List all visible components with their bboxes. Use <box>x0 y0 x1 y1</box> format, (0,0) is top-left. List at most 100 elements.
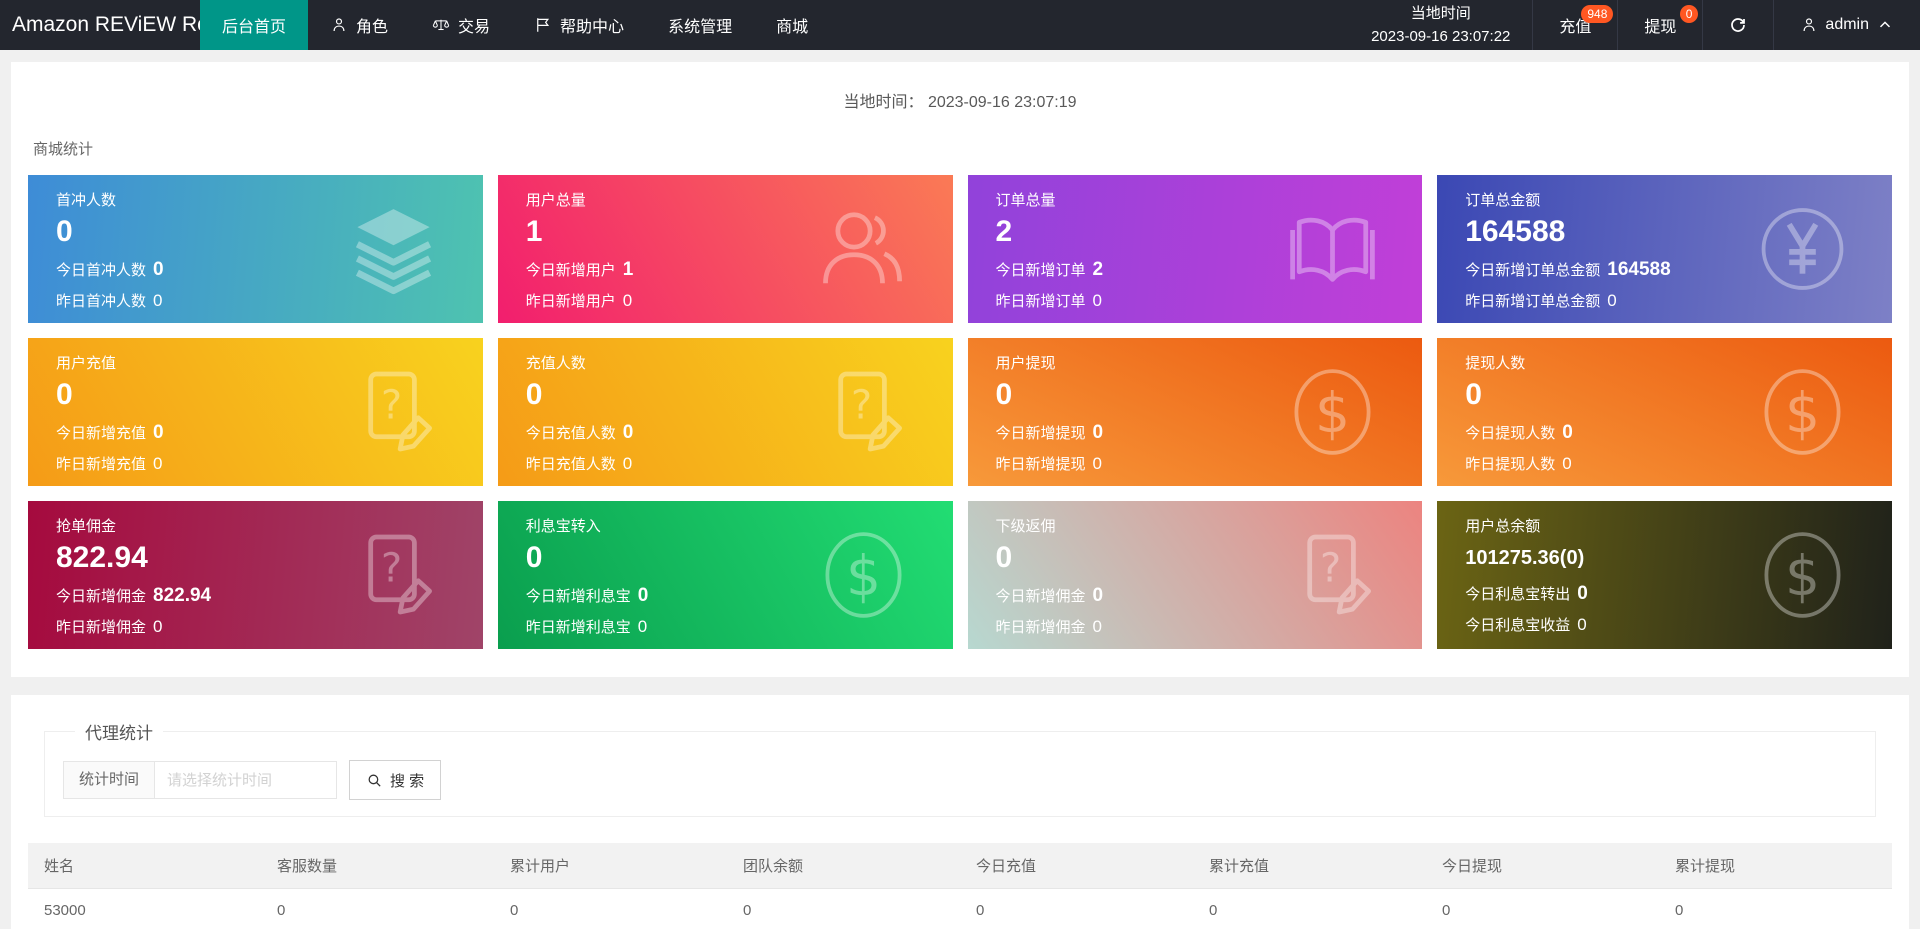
card-today-value: 0 <box>153 258 164 280</box>
refresh-button[interactable] <box>1702 0 1773 50</box>
column-header: 累计充值 <box>1193 843 1426 889</box>
recharge-nav-item[interactable]: 充值 948 <box>1532 0 1617 50</box>
card-yesterday-value: 0 <box>622 290 633 310</box>
card-yesterday-value: 0 <box>637 616 648 636</box>
card-yesterday-label: 昨日新增充值 <box>56 455 147 473</box>
column-header: 累计提现 <box>1659 843 1892 889</box>
card-today-value: 2 <box>1092 258 1104 280</box>
card-today-label: 今日新增佣金 <box>56 587 147 605</box>
local-time-display: 当地时间 2023-09-16 23:07:22 <box>1349 0 1532 50</box>
stat-card-withdraw-users: 提现人数 0 今日提现人数 0 昨日提现人数 0 $ <box>1437 338 1892 486</box>
card-today-label: 今日新增订单 <box>995 261 1086 279</box>
book-icon <box>1285 202 1380 297</box>
doc-question-icon: ? <box>346 365 441 460</box>
card-yesterday-value: 0 <box>1607 290 1617 310</box>
card-yesterday-value: 0 <box>1092 453 1102 473</box>
doc-question-icon: ? <box>346 528 441 623</box>
nav-item-label: 帮助中心 <box>560 19 625 36</box>
flag-icon <box>534 16 552 34</box>
time-filter-input[interactable] <box>155 761 338 799</box>
card-yesterday-label: 昨日新增订单总金额 <box>1465 292 1601 310</box>
nav-item-trade[interactable]: 交易 <box>410 0 512 50</box>
search-icon <box>366 772 383 789</box>
users-icon <box>816 202 911 297</box>
dollar-circle-icon: $ <box>1755 528 1850 623</box>
nav-item-role[interactable]: 角色 <box>308 0 410 50</box>
card-today-label: 今日新增充值 <box>56 424 147 442</box>
card-today-value: 1 <box>622 258 634 280</box>
card-today-label: 今日充值人数 <box>525 424 616 442</box>
value-cell: 0 <box>960 888 1193 929</box>
recharge-badge: 948 <box>1581 5 1614 23</box>
svg-text:?: ? <box>1320 546 1341 592</box>
card-today-label: 今日新增利息宝 <box>525 587 631 605</box>
stat-card-total-orders: 订单总量 2 今日新增订单 2 昨日新增订单 0 <box>967 175 1423 323</box>
stat-card-total-user-balance: 用户总余额 101275.36(0) 今日利息宝转出 0 今日利息宝收益 0 $ <box>1437 501 1892 649</box>
card-yesterday-label: 昨日新增利息宝 <box>525 618 631 636</box>
nav-item-label: 商城 <box>776 19 809 36</box>
agent-stats-fieldset: 代理统计 统计时间 搜 索 <box>44 719 1876 817</box>
top-navbar: Amazon REViEW RoB... 后台首页角色交易帮助中心系统管理商城 … <box>0 0 1920 50</box>
yen-circle-icon <box>1755 202 1850 297</box>
card-yesterday-label: 昨日充值人数 <box>525 455 616 473</box>
fieldset-legend: 代理统计 <box>85 724 153 743</box>
card-yesterday-value: 0 <box>153 616 163 636</box>
withdraw-badge: 0 <box>1679 5 1699 23</box>
agent-name-cell: 53000 <box>28 888 261 929</box>
column-header: 客服数量 <box>261 843 494 889</box>
layers-icon <box>346 202 441 297</box>
card-today-label: 今日提现人数 <box>1465 424 1556 442</box>
user-menu[interactable]: admin <box>1773 0 1920 50</box>
dollar-circle-icon: $ <box>1285 365 1380 460</box>
card-today-value: 0 <box>1577 583 1588 604</box>
svg-text:$: $ <box>1785 544 1820 608</box>
card-yesterday-label: 今日利息宝收益 <box>1465 617 1571 634</box>
card-today-value: 0 <box>1092 584 1104 606</box>
dollar-circle-icon: $ <box>1755 365 1850 460</box>
mall-stats-panel: 当地时间： 2023-09-16 23:07:19 商城统计 首冲人数 0 今日首冲… <box>11 62 1909 677</box>
card-today-label: 今日新增订单总金额 <box>1465 261 1601 279</box>
card-yesterday-value: 0 <box>622 453 633 473</box>
username: admin <box>1825 16 1869 33</box>
nav-item-label: 角色 <box>356 19 389 36</box>
card-yesterday-label: 昨日提现人数 <box>1465 455 1556 473</box>
search-button[interactable]: 搜 索 <box>349 760 442 800</box>
stat-card-user-recharge: 用户充值 0 今日新增充值 0 昨日新增充值 0? <box>28 338 483 486</box>
nav-item-label: 交易 <box>458 19 491 36</box>
card-yesterday-value: 0 <box>153 290 163 310</box>
card-today-value: 0 <box>622 421 634 443</box>
column-header: 姓名 <box>28 843 261 889</box>
card-yesterday-value: 0 <box>1092 616 1102 636</box>
user-icon <box>1800 16 1818 34</box>
nav-item-system[interactable]: 系统管理 <box>646 0 754 50</box>
card-today-value: 822.94 <box>153 584 212 606</box>
dollar-circle-icon: $ <box>816 528 911 623</box>
svg-text:$: $ <box>1315 381 1350 445</box>
nav-item-label: 后台首页 <box>222 19 287 36</box>
svg-text:?: ? <box>381 546 402 592</box>
card-yesterday-value: 0 <box>1577 615 1587 634</box>
card-today-value: 0 <box>1092 421 1104 443</box>
card-today-label: 今日利息宝转出 <box>1465 586 1571 603</box>
search-button-label: 搜 索 <box>390 772 425 790</box>
card-yesterday-label: 昨日首冲人数 <box>56 292 147 310</box>
nav-item-home[interactable]: 后台首页 <box>200 0 309 50</box>
nav-item-mall[interactable]: 商城 <box>754 0 830 50</box>
card-today-value: 0 <box>153 421 164 443</box>
local-time-value: 2023-09-16 23:07:22 <box>1371 28 1511 45</box>
nav-item-help[interactable]: 帮助中心 <box>512 0 646 50</box>
card-today-value: 0 <box>1562 421 1573 443</box>
card-yesterday-value: 0 <box>1562 453 1572 473</box>
column-header: 今日充值 <box>960 843 1193 889</box>
card-yesterday-label: 昨日新增佣金 <box>995 618 1086 636</box>
stat-cards-grid: 首冲人数 0 今日首冲人数 0 昨日首冲人数 0 用户总量 1 今日新增用户 1 昨日新增用户 0 订单… <box>28 175 1892 649</box>
card-yesterday-value: 0 <box>153 453 163 473</box>
local-time-line-value: 2023-09-16 23:07:19 <box>927 94 1077 111</box>
doc-question-icon: ? <box>816 365 911 460</box>
value-cell: 0 <box>1659 888 1892 929</box>
card-yesterday-label: 昨日新增用户 <box>525 292 616 310</box>
table-row: 53000 0 0 0 0 0 0 0 <box>28 888 1892 929</box>
withdraw-nav-item[interactable]: 提现 0 <box>1617 0 1702 50</box>
value-cell: 0 <box>261 888 494 929</box>
stat-card-first-charge-users: 首冲人数 0 今日首冲人数 0 昨日首冲人数 0 <box>28 175 483 323</box>
